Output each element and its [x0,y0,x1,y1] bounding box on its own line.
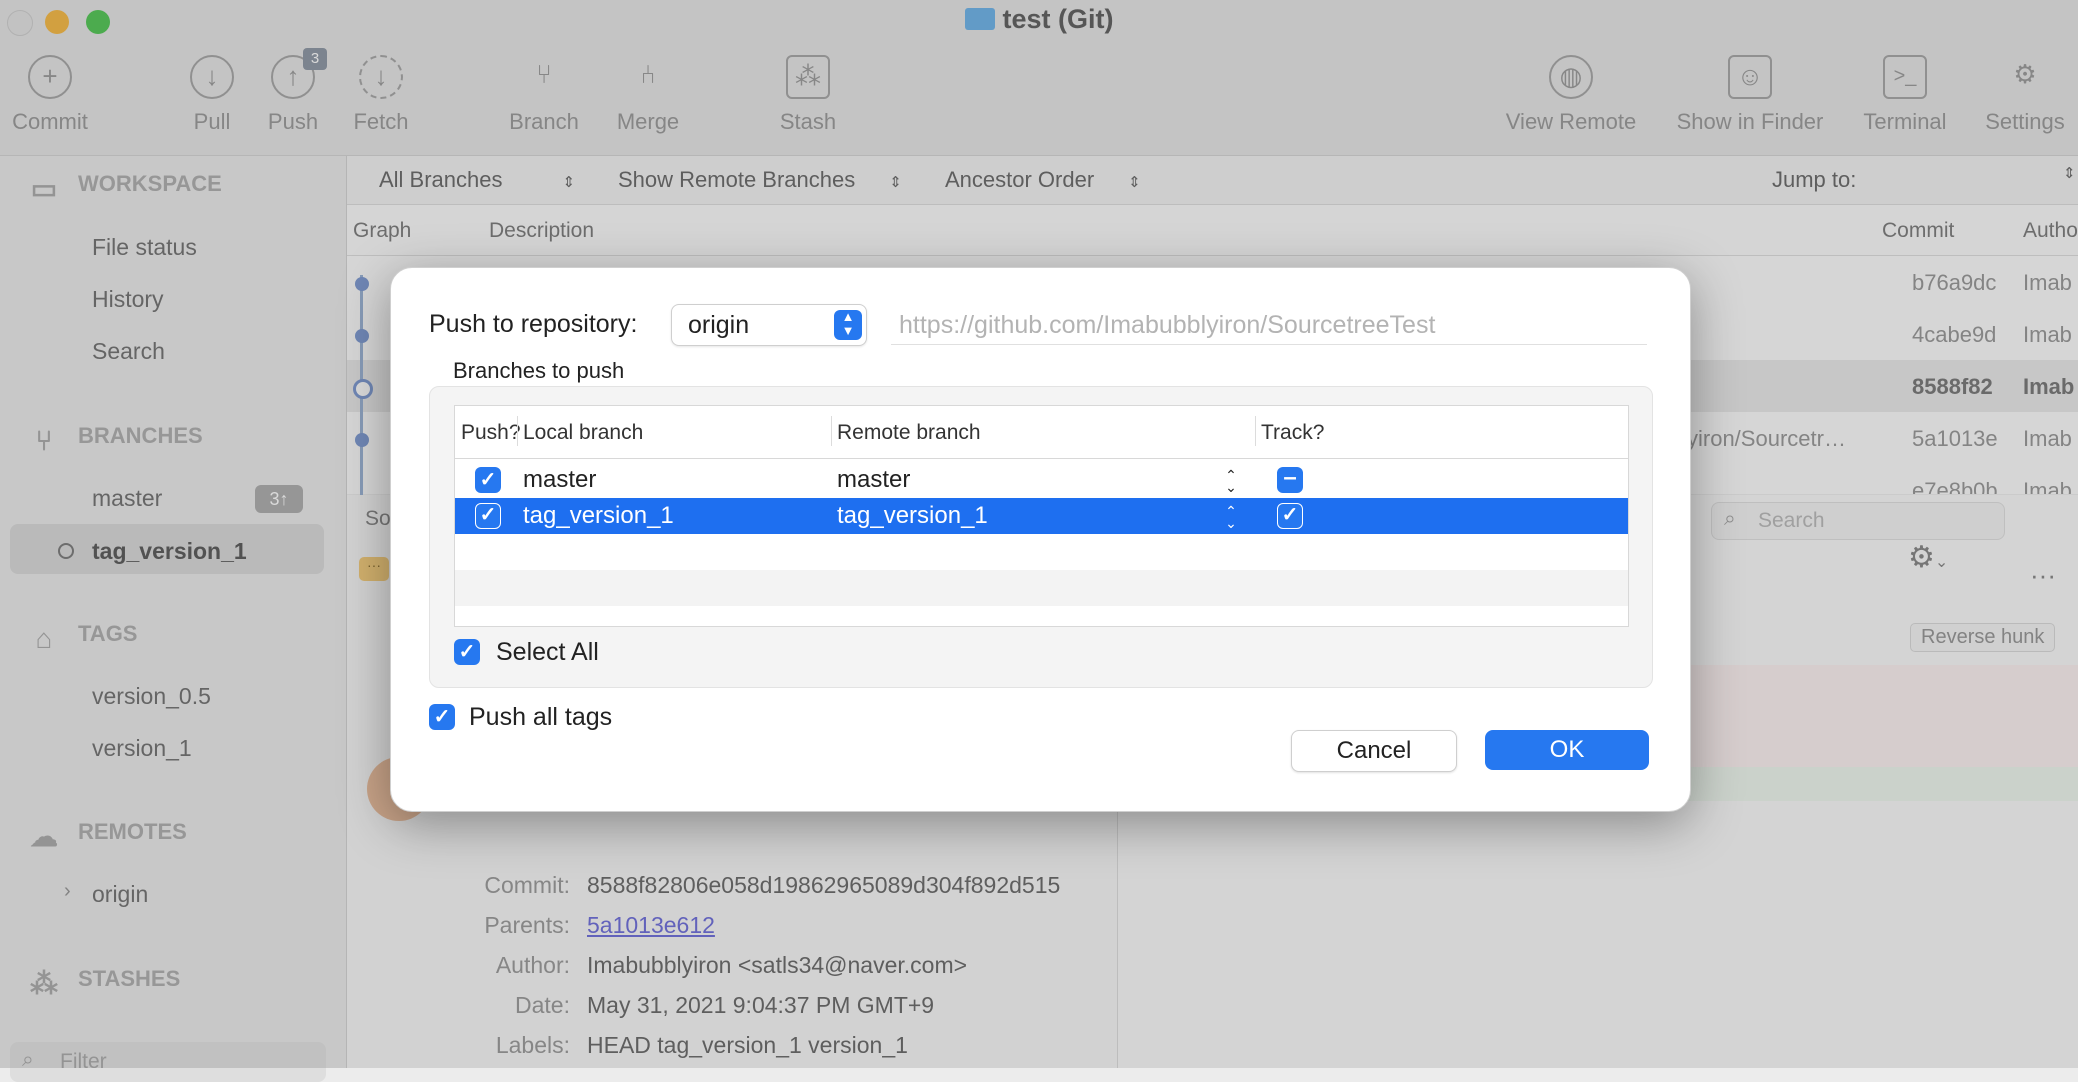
updown-icon[interactable]: ⌃ ⌄ [1223,468,1239,494]
push-dialog: Push to repository: origin ▲ ▼ https://gi… [390,267,1691,812]
header-divider [455,458,1628,459]
branches-to-push-group: Push? Local branch Remote branch Track? … [429,386,1653,688]
ok-button[interactable]: OK [1485,730,1649,770]
updown-icon: ▲ ▼ [834,310,862,340]
branches-to-push-label: Branches to push [453,358,625,383]
push-checkbox[interactable]: ✓ [475,503,501,529]
column-divider [831,416,832,446]
cancel-button[interactable]: Cancel [1291,730,1457,772]
empty-row [455,570,1628,606]
push-all-tags-checkbox[interactable]: ✓ Push all tags [429,703,612,731]
column-push[interactable]: Push? [461,421,521,445]
track-checkbox[interactable]: ✓ [1277,503,1303,529]
empty-row [455,534,1628,570]
repository-url-field[interactable]: https://github.com/Imabubblyiron/Sourcet… [891,306,1647,345]
updown-icon[interactable]: ⌃ ⌄ [1223,504,1239,530]
select-all-checkbox[interactable]: ✓ Select All [454,638,599,666]
checkbox-icon: ✓ [429,704,455,730]
column-divider [517,416,518,446]
repository-select[interactable]: origin ▲ ▼ [671,304,867,346]
track-checkbox[interactable]: – [1277,466,1303,493]
column-divider [1255,416,1256,446]
column-track[interactable]: Track? [1261,421,1324,445]
table-row-selected[interactable]: ✓ tag_version_1 tag_version_1 ⌃ ⌄ ✓ [455,498,1628,534]
push-checkbox[interactable]: ✓ [475,467,501,493]
checkbox-icon: ✓ [454,639,480,665]
column-local-branch[interactable]: Local branch [523,421,643,445]
repository-label: Push to repository: [429,310,638,338]
remote-branch-select[interactable]: tag_version_1 [837,502,988,530]
table-row[interactable]: ✓ master master ⌃ ⌄ – [455,462,1628,498]
remote-branch-select[interactable]: master [837,466,910,494]
column-remote-branch[interactable]: Remote branch [837,421,981,445]
branches-table: Push? Local branch Remote branch Track? … [454,405,1629,627]
